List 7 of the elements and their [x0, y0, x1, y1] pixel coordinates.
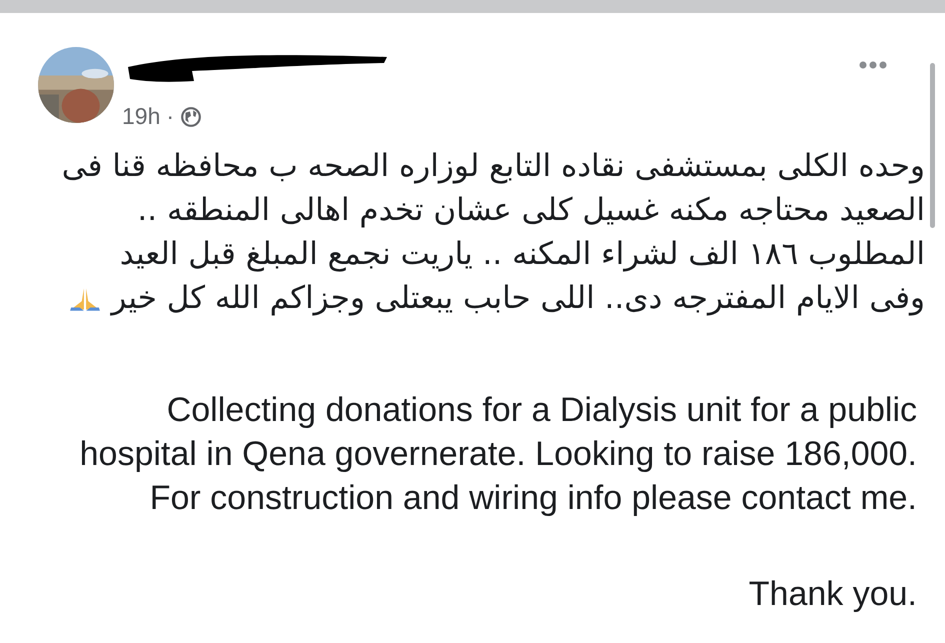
closing-text: Thank you.: [748, 574, 917, 615]
post-text: Collecting donations for a Dialysis unit for a public hospital in Qena governerate. Looking to raise 186,000. For construction and wiring info please contact me.: [78, 390, 917, 519]
separator-dot: ·: [166, 103, 174, 130]
globe-icon: [180, 106, 202, 128]
post-time[interactable]: 19h: [122, 103, 160, 130]
more-options-icon[interactable]: [859, 61, 887, 69]
post-text: وحده الكلى بمستشفى نقاده التابع لوزاره الصحه ب محافظه قنا فى الصعيد محتاجه مكنه غسيل كلى عشان تخدم اهالى المنطقه .. المطلوب ١٨٦ الف لشراء المكنه .. ياريت نجمع المبلغ قبل العيد وفى الايام المفترجه دى.. اللى حابب يبعتلى وجزاكم الله كل خير: [60, 147, 925, 318]
